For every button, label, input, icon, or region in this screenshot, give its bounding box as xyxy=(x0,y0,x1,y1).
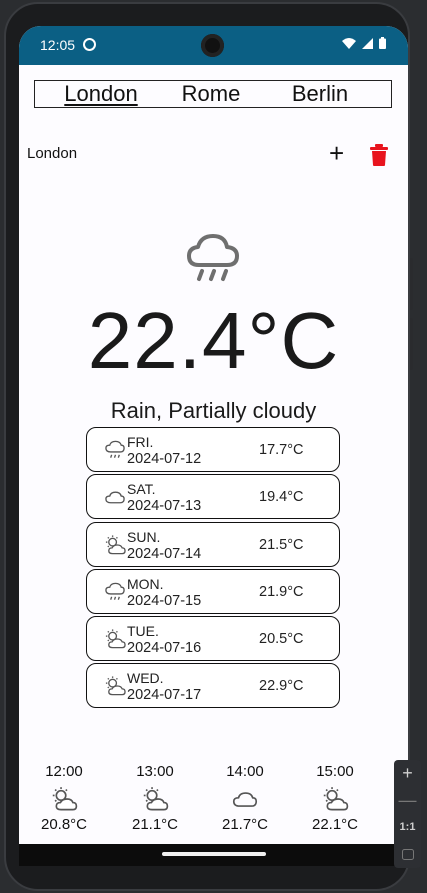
cloud-icon xyxy=(232,792,258,807)
status-time: 12:05 xyxy=(40,37,76,53)
hourly-item: 12:00 20.8°C xyxy=(29,763,99,833)
partly-cloudy-icon xyxy=(105,629,126,649)
forecast-day-name: MON. xyxy=(127,575,164,592)
status-bar: 12:05 xyxy=(19,26,408,65)
sync-icon xyxy=(83,38,96,51)
home-gesture-handle[interactable] xyxy=(162,852,266,856)
forecast-temperature: 21.5°C xyxy=(259,536,304,553)
zoom-ratio-button[interactable]: 1:1 xyxy=(394,814,421,841)
fit-screen-icon[interactable] xyxy=(394,841,421,868)
forecast-temperature: 19.4°C xyxy=(259,489,304,506)
hourly-time: 13:00 xyxy=(136,763,174,780)
forecast-day-card[interactable]: WED. 2024-07-17 22.9°C xyxy=(86,663,340,709)
forecast-day-card[interactable]: TUE. 2024-07-16 20.5°C xyxy=(86,616,340,662)
tab-berlin[interactable]: Berlin xyxy=(267,81,373,107)
zoom-out-button[interactable]: — xyxy=(394,787,421,814)
hourly-time: 14:00 xyxy=(226,763,264,780)
app-screen: 12:05 London Rome Berlin London + 22.4°C… xyxy=(19,26,408,866)
partly-cloudy-icon xyxy=(52,787,78,811)
hourly-temperature: 20.8°C xyxy=(40,816,88,833)
wifi-icon xyxy=(342,37,356,49)
partly-cloudy-icon xyxy=(105,676,126,696)
rain-cloud-icon xyxy=(105,582,125,600)
rain-cloud-icon xyxy=(105,440,125,458)
forecast-day-name: FRI. xyxy=(127,434,154,450)
phone-frame: 12:05 London Rome Berlin London + 22.4°C… xyxy=(4,2,410,891)
forecast-day-card[interactable]: FRI. 2024-07-12 17.7°C xyxy=(86,427,340,472)
rain-cloud-icon xyxy=(187,234,239,281)
forecast-day-card[interactable]: SAT. 2024-07-13 19.4°C xyxy=(86,474,340,520)
forecast-day-name: TUE. xyxy=(127,623,159,640)
cloud-icon xyxy=(105,491,125,504)
tab-london[interactable]: London xyxy=(35,81,155,107)
city-header: London + xyxy=(27,139,397,167)
hourly-item: 13:00 21.1°C xyxy=(120,763,190,833)
partly-cloudy-icon xyxy=(105,535,126,554)
hourly-temperature: 21.1°C xyxy=(131,816,179,833)
hourly-temperature: 22.1°C xyxy=(311,816,359,833)
delete-city-icon[interactable] xyxy=(368,143,390,167)
city-name: London xyxy=(27,145,78,162)
forecast-date: 2024-07-15 xyxy=(127,592,202,609)
forecast-date: 2024-07-12 xyxy=(127,451,202,467)
hourly-time: 12:00 xyxy=(45,763,83,780)
hourly-item: 14:00 21.7°C xyxy=(210,763,280,833)
tab-rome[interactable]: Rome xyxy=(155,81,267,107)
partly-cloudy-icon xyxy=(323,787,349,811)
current-condition: Rain, Partially cloudy xyxy=(110,398,317,423)
forecast-temperature: 21.9°C xyxy=(259,583,304,600)
city-tabs: London Rome Berlin xyxy=(34,80,392,108)
forecast-temperature: 22.9°C xyxy=(259,678,304,695)
forecast-day-card[interactable]: SUN. 2024-07-14 21.5°C xyxy=(86,521,340,567)
forecast-day-name: WED. xyxy=(127,670,164,687)
forecast-day-name: SUN. xyxy=(127,528,161,545)
forecast-date: 2024-07-13 xyxy=(127,498,202,515)
front-camera xyxy=(201,34,224,57)
forecast-date: 2024-07-17 xyxy=(127,687,202,704)
hourly-time: 15:00 xyxy=(316,763,354,780)
forecast-date: 2024-07-14 xyxy=(127,545,202,562)
signal-icon xyxy=(362,37,373,49)
forecast-date: 2024-07-16 xyxy=(127,640,202,657)
partly-cloudy-icon xyxy=(143,787,169,811)
hourly-forecast: 12:00 20.8°C 13:00 21.1°C 14:00 21.7°C 15:00 22… xyxy=(19,763,408,843)
forecast-temperature: 20.5°C xyxy=(259,631,304,648)
daily-forecast-list: FRI. 2024-07-12 17.7°C SAT. 2024-07-13 19.4°C… xyxy=(86,427,340,711)
navigation-bar xyxy=(19,844,408,866)
hourly-item: 15:00 22.1°C xyxy=(300,763,370,833)
forecast-temperature: 17.7°C xyxy=(259,442,304,458)
add-city-button[interactable]: + xyxy=(329,139,344,167)
zoom-in-button[interactable]: + xyxy=(394,760,421,787)
forecast-day-name: SAT. xyxy=(127,481,156,498)
battery-icon xyxy=(379,37,386,49)
current-temperature: 22.4°C xyxy=(87,296,340,385)
forecast-day-card[interactable]: MON. 2024-07-15 21.9°C xyxy=(86,568,340,614)
emulator-zoom-panel: + — 1:1 xyxy=(394,760,421,868)
hourly-temperature: 21.7°C xyxy=(221,816,269,833)
